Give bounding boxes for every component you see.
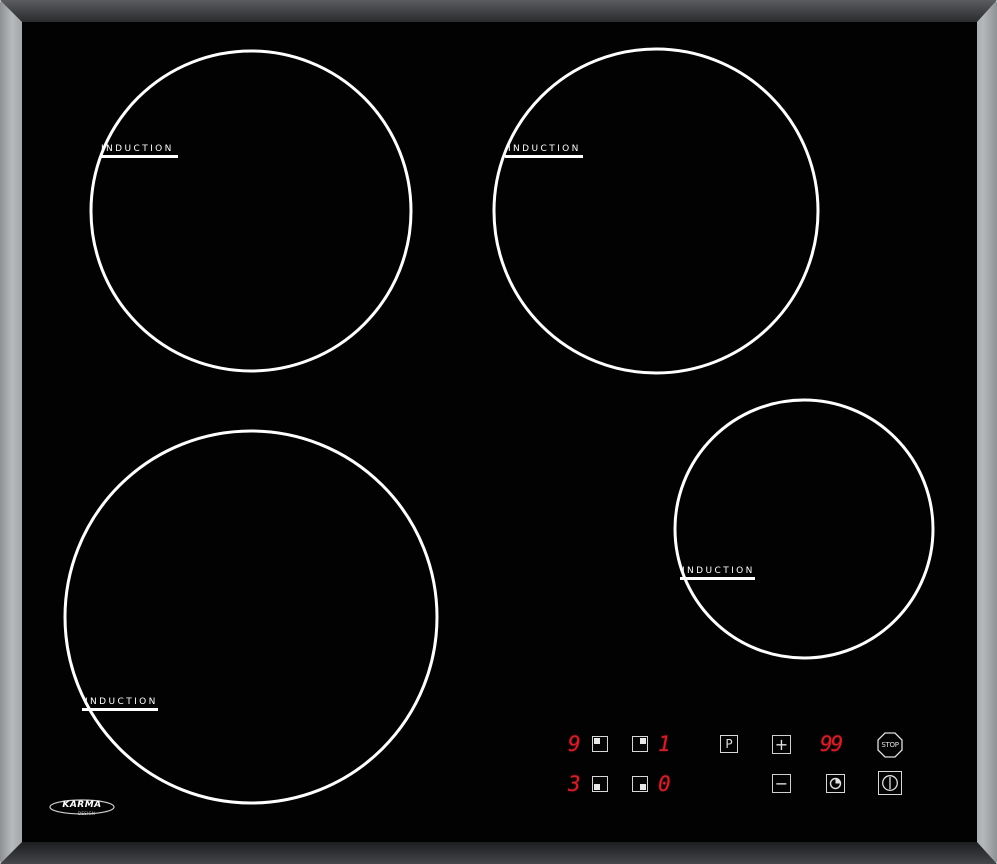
display-front-right-level: 0 xyxy=(658,772,671,796)
minus-icon: − xyxy=(774,773,789,793)
select-zone-front-left-key[interactable] xyxy=(592,776,608,792)
cooking-zones xyxy=(63,47,935,805)
zone-front-right-label: INDUCTION xyxy=(682,566,755,576)
program-button[interactable]: P xyxy=(720,735,738,753)
select-zone-front-right-key[interactable] xyxy=(632,776,648,792)
zone-rear-left-label: INDUCTION xyxy=(101,144,174,154)
cooktop-frame: INDUCTION INDUCTION INDUCTION INDUCTION … xyxy=(0,0,997,864)
zone-front-left-ring[interactable] xyxy=(63,429,439,805)
stop-button-label: STOP xyxy=(881,741,899,749)
zone-front-right-ring[interactable] xyxy=(673,398,935,660)
display-rear-left-level: 9 xyxy=(568,732,581,756)
zone-rear-right-label: INDUCTION xyxy=(508,144,581,154)
power-icon xyxy=(882,775,898,791)
display-rear-right-level: 1 xyxy=(658,732,671,756)
stop-button[interactable]: STOP xyxy=(877,732,903,758)
brand-logo: KARMA DESIGN xyxy=(48,796,116,818)
zone-front-left-label: INDUCTION xyxy=(85,697,158,707)
zone-position-marker xyxy=(594,784,600,790)
zone-rear-left-ring[interactable] xyxy=(89,49,413,373)
zone-rear-right-ring[interactable] xyxy=(492,47,820,375)
power-button[interactable] xyxy=(878,771,902,795)
minus-button[interactable]: − xyxy=(772,774,791,793)
brand-sub: DESIGN xyxy=(78,811,96,816)
display-front-left-level: 3 xyxy=(568,772,581,796)
zone-position-marker xyxy=(640,784,646,790)
brand-name: KARMA xyxy=(62,800,102,810)
zone-position-marker xyxy=(594,738,600,744)
zone-position-marker xyxy=(640,738,646,744)
plus-icon: + xyxy=(774,734,789,754)
timer-icon xyxy=(829,777,842,790)
select-zone-rear-right-key[interactable] xyxy=(632,736,648,752)
select-zone-rear-left-key[interactable] xyxy=(592,736,608,752)
plus-button[interactable]: + xyxy=(772,735,791,754)
timer-display: 99 xyxy=(820,732,843,756)
timer-button[interactable] xyxy=(826,774,845,793)
program-button-label: P xyxy=(725,737,733,751)
